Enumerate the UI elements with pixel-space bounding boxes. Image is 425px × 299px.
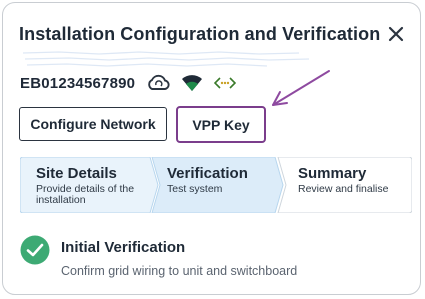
close-icon[interactable] <box>387 25 405 43</box>
check-icon <box>20 235 50 265</box>
step-subtitle: Test system <box>167 183 223 195</box>
step-verification[interactable]: Verification Test system <box>167 165 248 195</box>
device-status-row: EB01234567890 <box>20 73 237 93</box>
step-summary[interactable]: Summary Review and finalise <box>298 165 388 195</box>
wifi-icon <box>182 75 203 91</box>
step-subtitle: Review and finalise <box>298 183 389 195</box>
installation-dialog: Installation Configuration and Verificat… <box>2 2 421 295</box>
annotation-arrow <box>272 70 330 106</box>
redacted-scribble <box>22 51 310 67</box>
step-title: Summary <box>298 165 367 182</box>
step-title: Site Details <box>36 165 117 182</box>
serial-number: EB01234567890 <box>20 74 136 92</box>
vpp-key-button[interactable]: VPP Key <box>176 106 266 143</box>
initial-verification-title: Initial Verification <box>61 239 186 256</box>
step-site-details[interactable]: Site Details Provide details of the inst… <box>36 165 134 206</box>
network-connection-icon <box>214 77 237 89</box>
step-title: Verification <box>167 165 248 182</box>
step-subtitle: Provide details of the installation <box>36 183 135 206</box>
progress-stepper: Site Details Provide details of the inst… <box>20 157 412 213</box>
configure-network-button[interactable]: Configure Network <box>19 107 167 141</box>
initial-verification-description: Confirm grid wiring to unit and switchbo… <box>61 264 298 278</box>
cloud-sync-icon <box>148 74 170 90</box>
dialog-title: Installation Configuration and Verificat… <box>19 24 381 44</box>
